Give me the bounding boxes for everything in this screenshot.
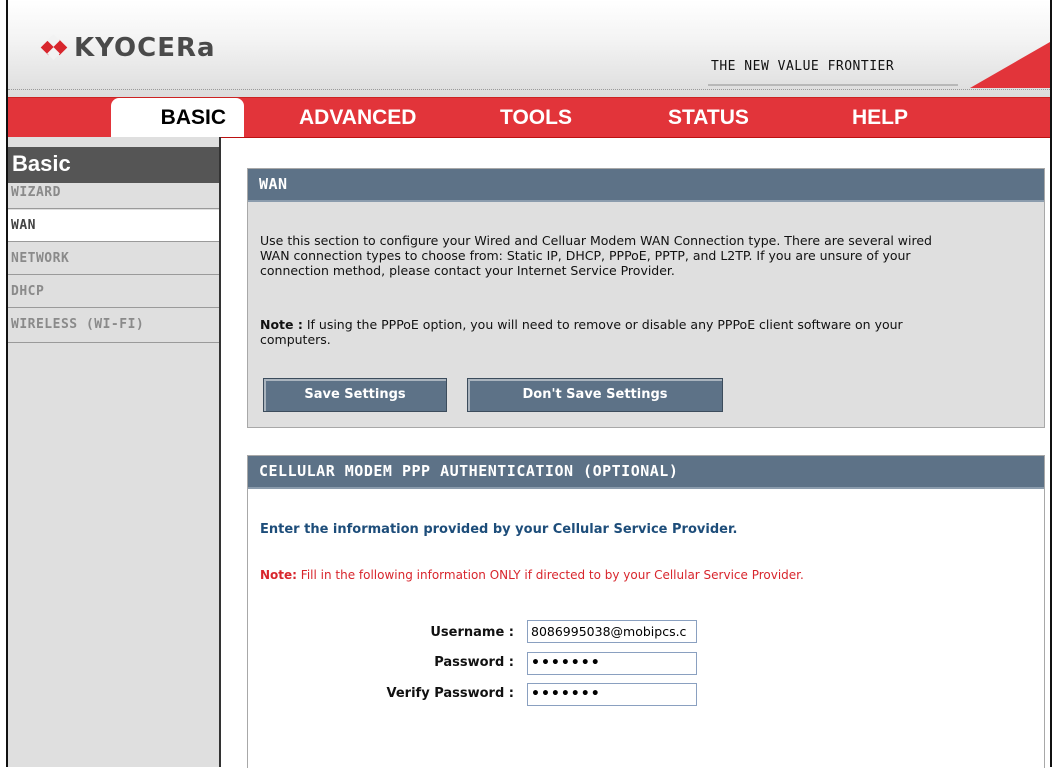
save-settings-button[interactable]: Save Settings (263, 378, 447, 412)
password-label: Password : (434, 655, 514, 670)
ppp-note-label: Note: (260, 568, 297, 582)
sidebar-item-dhcp[interactable]: DHCP (8, 276, 219, 308)
verify-password-label: Verify Password : (386, 686, 515, 701)
sidebar: Basic WIZARD WAN NETWORK DHCP WIRELESS (… (8, 137, 221, 767)
verify-password-field[interactable]: ••••••• (527, 683, 697, 706)
tagline-rule (708, 84, 958, 86)
wan-note: Note : If using the PPPoE option, you wi… (260, 317, 903, 347)
wan-description-line: Use this section to configure your Wired… (260, 233, 932, 248)
wan-note-text-line2: computers. (260, 332, 331, 347)
tab-status[interactable]: STATUS (668, 98, 749, 137)
sidebar-item-wan[interactable]: WAN (8, 210, 219, 242)
sidebar-item-wireless[interactable]: WIRELESS (WI-FI) (8, 309, 219, 343)
wan-note-label: Note : (260, 317, 303, 332)
ppp-note: Note: Fill in the following information … (260, 568, 804, 582)
header-banner: KYOCERa THE NEW VALUE FRONTIER (8, 0, 1050, 97)
sidebar-item-wizard[interactable]: WIZARD (8, 177, 219, 209)
sidebar-item-network[interactable]: NETWORK (8, 243, 219, 275)
wan-description-line: WAN connection types to choose from: Sta… (260, 248, 911, 263)
wan-panel-heading: WAN (248, 169, 1044, 202)
dont-save-settings-button[interactable]: Don't Save Settings (467, 378, 723, 412)
kyocera-logo: KYOCERa (40, 33, 216, 63)
tab-basic[interactable]: BASIC (111, 98, 244, 137)
ppp-auth-panel-heading: CELLULAR MODEM PPP AUTHENTICATION (OPTIO… (248, 456, 1044, 489)
wan-note-text: If using the PPPoE option, you will need… (302, 317, 903, 332)
top-nav: BASIC ADVANCED TOOLS STATUS HELP (8, 97, 1050, 138)
header-dotted-divider (8, 89, 1050, 90)
ppp-intro-text: Enter the information provided by your C… (260, 522, 738, 537)
tab-advanced[interactable]: ADVANCED (299, 98, 416, 137)
password-field[interactable]: ••••••• (527, 652, 697, 675)
header-swoosh-decoration (970, 42, 1050, 88)
wan-description: Use this section to configure your Wired… (260, 233, 932, 278)
username-label: Username : (430, 625, 514, 640)
window-left-border (0, 0, 8, 767)
window-right-border (1050, 0, 1052, 767)
wan-panel: WAN Use this section to configure your W… (247, 168, 1045, 428)
tab-help[interactable]: HELP (852, 98, 908, 137)
tab-tools[interactable]: TOOLS (500, 98, 572, 137)
tagline: THE NEW VALUE FRONTIER (711, 59, 895, 74)
wan-description-line: connection method, please contact your I… (260, 263, 675, 278)
logo-text: KYOCERa (74, 33, 216, 63)
ppp-auth-panel: CELLULAR MODEM PPP AUTHENTICATION (OPTIO… (247, 455, 1045, 768)
username-field[interactable]: 8086995038@mobipcs.c (527, 620, 697, 643)
ppp-note-text: Fill in the following information ONLY i… (296, 568, 804, 582)
kyocera-logo-mark-icon (40, 34, 68, 61)
